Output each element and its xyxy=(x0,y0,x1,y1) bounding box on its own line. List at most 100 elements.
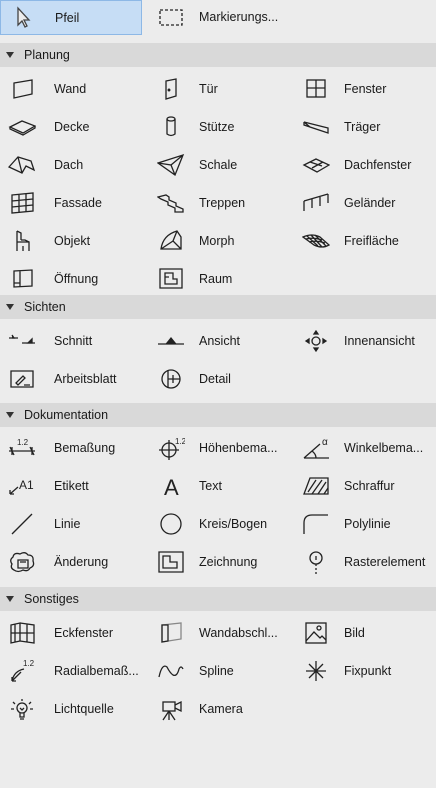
sonstiges-tools: Eckfenster Wandabschl... Bild 1.2 Radial… xyxy=(0,611,436,741)
radial-dimension-tool[interactable]: 1.2 Radialbemaß... xyxy=(0,654,145,688)
tool-label: Decke xyxy=(54,120,90,134)
text-tool[interactable]: A Text xyxy=(145,469,290,503)
tool-label: Änderung xyxy=(54,555,109,569)
lamp-tool[interactable]: Lichtquelle xyxy=(0,692,145,726)
tool-label: Bemaßung xyxy=(54,441,116,455)
radial-number: 1.2 xyxy=(23,659,35,668)
tool-label: Fassade xyxy=(54,196,102,210)
grid-element-tool[interactable]: Rasterelement xyxy=(290,545,436,579)
dokumentation-tools: 1.2 Bemaßung 1.2 Höhenbema... α Winkelbe… xyxy=(0,427,436,585)
radial-dimension-icon: 1.2 xyxy=(8,659,36,683)
polyline-tool[interactable]: Polylinie xyxy=(290,507,436,541)
wall-tool[interactable]: Wand xyxy=(0,72,145,106)
object-tool[interactable]: Objekt xyxy=(0,224,145,258)
tool-label: Träger xyxy=(344,120,381,134)
beam-tool[interactable]: Träger xyxy=(290,110,436,144)
shell-icon xyxy=(157,153,185,177)
fill-tool[interactable]: Schraffur xyxy=(290,469,436,503)
worksheet-tool[interactable]: Arbeitsblatt xyxy=(0,362,145,396)
column-tool[interactable]: Stütze xyxy=(145,110,290,144)
tool-label: Dach xyxy=(54,158,84,172)
hotspot-star-icon xyxy=(302,659,330,683)
tool-label: Fenster xyxy=(344,82,387,96)
spline-tool[interactable]: Spline xyxy=(145,654,290,688)
sichten-tools: Schnitt Ansicht Innenansicht Arbeitsblat… xyxy=(0,319,436,403)
tool-label: Freifläche xyxy=(344,234,399,248)
section-title: Dokumentation xyxy=(24,408,109,422)
tool-label: Höhenbema... xyxy=(199,441,278,455)
interior-elevation-tool[interactable]: Innenansicht xyxy=(290,324,436,358)
stair-tool[interactable]: Treppen xyxy=(145,186,290,220)
section-header-dokumentation[interactable]: Dokumentation xyxy=(0,403,436,427)
label-icon: A1 xyxy=(8,474,36,498)
line-tool[interactable]: Linie xyxy=(0,507,145,541)
window-tool[interactable]: Fenster xyxy=(290,72,436,106)
section-header-sonstiges[interactable]: Sonstiges xyxy=(0,587,436,611)
wall-end-tool[interactable]: Wandabschl... xyxy=(145,616,290,650)
label-tool[interactable]: A1 Etikett xyxy=(0,469,145,503)
section-tool[interactable]: Schnitt xyxy=(0,324,145,358)
slab-tool[interactable]: Decke xyxy=(0,110,145,144)
angle-dimension-tool[interactable]: α Winkelbema... xyxy=(290,431,436,465)
railing-tool[interactable]: Geländer xyxy=(290,186,436,220)
tool-label: Kreis/Bogen xyxy=(199,517,268,531)
collapse-triangle-icon xyxy=(6,52,14,58)
interior-elevation-icon xyxy=(302,329,330,353)
tool-label: Arbeitsblatt xyxy=(54,372,117,386)
image-icon xyxy=(302,621,330,645)
opening-tool[interactable]: Öffnung xyxy=(0,262,145,296)
section-header-sichten[interactable]: Sichten xyxy=(0,295,436,319)
section-marker-icon xyxy=(8,329,36,353)
wall-end-icon xyxy=(157,621,185,645)
collapse-triangle-icon xyxy=(6,412,14,418)
elevation-tool[interactable]: Ansicht xyxy=(145,324,290,358)
door-tool[interactable]: Tür xyxy=(145,72,290,106)
marquee-tool[interactable]: Markierungs... xyxy=(145,0,290,35)
tool-label: Wandabschl... xyxy=(199,626,278,640)
level-dimension-tool[interactable]: 1.2 Höhenbema... xyxy=(145,431,290,465)
tool-label: Polylinie xyxy=(344,517,391,531)
stair-icon xyxy=(157,191,185,215)
camera-tool[interactable]: Kamera xyxy=(145,692,290,726)
elevation-marker-icon xyxy=(157,329,185,353)
image-tool[interactable]: Bild xyxy=(290,616,436,650)
tool-label: Bild xyxy=(344,626,365,640)
tool-label: Objekt xyxy=(54,234,91,248)
marquee-dashed-rect-icon xyxy=(157,5,185,29)
zone-icon xyxy=(157,267,185,291)
zone-tool[interactable]: Raum xyxy=(145,262,290,296)
morph-tool[interactable]: Morph xyxy=(145,224,290,258)
corner-window-tool[interactable]: Eckfenster xyxy=(0,616,145,650)
detail-tool[interactable]: Detail xyxy=(145,362,290,396)
text-icon: A xyxy=(157,474,185,498)
change-tool[interactable]: Änderung xyxy=(0,545,145,579)
tool-label: Öffnung xyxy=(54,272,99,286)
tool-label: Dachfenster xyxy=(344,158,412,172)
light-bulb-icon xyxy=(8,697,36,721)
alpha-symbol: α xyxy=(322,437,328,448)
section-header-planung[interactable]: Planung xyxy=(0,43,436,67)
revision-cloud-icon xyxy=(8,550,36,574)
roof-tool[interactable]: Dach xyxy=(0,148,145,182)
drawing-tool[interactable]: Zeichnung xyxy=(145,545,290,579)
arrow-tool[interactable]: Pfeil xyxy=(0,0,142,35)
mesh-tool[interactable]: Freifläche xyxy=(290,224,436,258)
dimension-icon: 1.2 xyxy=(8,436,36,460)
dimension-tool[interactable]: 1.2 Bemaßung xyxy=(0,431,145,465)
slab-icon xyxy=(8,115,36,139)
selection-tools-row: Pfeil Markierungs... xyxy=(0,0,436,37)
hotspot-tool[interactable]: Fixpunkt xyxy=(290,654,436,688)
shell-tool[interactable]: Schale xyxy=(145,148,290,182)
curtain-wall-tool[interactable]: Fassade xyxy=(0,186,145,220)
skylight-icon xyxy=(302,153,330,177)
tool-label: Tür xyxy=(199,82,218,96)
opening-icon xyxy=(8,267,36,291)
grid-bubble-icon xyxy=(302,550,330,574)
arc-circle-tool[interactable]: Kreis/Bogen xyxy=(145,507,290,541)
window-icon xyxy=(302,77,330,101)
circle-icon xyxy=(157,512,185,536)
tool-label: Lichtquelle xyxy=(54,702,114,716)
skylight-tool[interactable]: Dachfenster xyxy=(290,148,436,182)
tool-label: Geländer xyxy=(344,196,396,210)
planung-tools: Wand Tür Fenster Decke Stütze Träger Dac… xyxy=(0,67,436,295)
